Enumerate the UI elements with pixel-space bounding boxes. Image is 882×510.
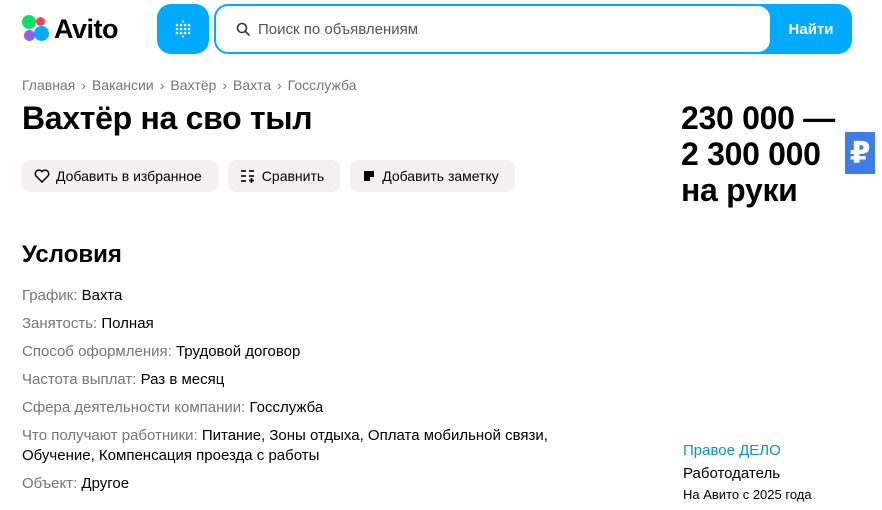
logo-dots-icon	[22, 15, 50, 43]
catalog-button[interactable]	[157, 4, 209, 54]
employer-since: На Авито с 2025 года	[683, 487, 812, 502]
price-line: на руки	[681, 172, 798, 208]
conditions-title: Условия	[22, 241, 122, 268]
condition-value: Раз в месяц	[140, 371, 225, 388]
add-to-favorites-label: Добавить в избранное	[56, 168, 202, 184]
condition-label: Занятость:	[22, 315, 98, 332]
condition-row: График: Вахта	[22, 286, 622, 306]
employer-role: Работодатель	[683, 465, 781, 482]
condition-row: Частота выплат: Раз в месяц	[22, 370, 622, 390]
add-note-label: Добавить заметку	[382, 168, 499, 184]
compare-button[interactable]: Сравнить	[227, 160, 341, 192]
listing-actions: Добавить в избранное Сравнить Добавить з…	[22, 160, 515, 192]
breadcrumb-item-civil-service[interactable]: Госслужба	[288, 77, 357, 93]
breadcrumb: Главная › Вакансии › Вахтёр › Вахта › Го…	[22, 77, 356, 93]
breadcrumb-item-watchman[interactable]: Вахтёр	[170, 77, 216, 93]
page-title: Вахтёр на сво тыл	[22, 100, 313, 136]
breadcrumb-item-vacancies[interactable]: Вакансии	[92, 77, 154, 93]
condition-value: Трудовой договор	[175, 343, 301, 360]
condition-row: Сфера деятельности компании: Госслужба	[22, 398, 622, 418]
logo-text: Avito	[54, 13, 119, 44]
breadcrumb-item-shift[interactable]: Вахта	[233, 77, 271, 93]
condition-label: Что получают работники:	[22, 427, 198, 444]
note-icon	[362, 169, 376, 183]
compare-label: Сравнить	[261, 168, 325, 184]
search-input[interactable]	[258, 20, 738, 38]
condition-row: Объект: Другое	[22, 474, 622, 494]
chevron-right-icon: ›	[277, 77, 282, 93]
condition-label: Способ оформления:	[22, 343, 172, 360]
price-line: 2 300 000	[681, 136, 821, 172]
condition-label: График:	[22, 287, 78, 304]
conditions-list: График: Вахта Занятость: Полная Способ о…	[22, 286, 622, 502]
search-field[interactable]	[216, 6, 770, 52]
condition-row: Занятость: Полная	[22, 314, 622, 334]
chevron-right-icon: ›	[81, 77, 86, 93]
salary-price: 230 000 — 2 300 000 на руки	[681, 100, 835, 208]
condition-label: Частота выплат:	[22, 371, 137, 388]
heart-icon	[34, 169, 50, 183]
breadcrumb-item-home[interactable]: Главная	[22, 77, 75, 93]
condition-label: Сфера деятельности компании:	[22, 399, 246, 416]
search-icon	[236, 22, 250, 36]
condition-value: Госслужба	[249, 399, 324, 416]
employer-card: Правое ДЕЛО Работодатель На Авито с 2025…	[683, 441, 812, 504]
chevron-right-icon: ›	[222, 77, 227, 93]
avito-logo[interactable]: Avito	[22, 13, 119, 44]
condition-value: Полная	[101, 315, 154, 332]
ruble-icon: ₽	[845, 132, 875, 174]
add-to-favorites-button[interactable]: Добавить в избранное	[22, 160, 218, 192]
compare-icon	[240, 169, 256, 183]
condition-value: Другое	[81, 475, 130, 492]
condition-row: Способ оформления: Трудовой договор	[22, 342, 622, 362]
grid-dots-icon	[175, 20, 191, 38]
search-bar: Найти	[214, 4, 852, 54]
add-note-button[interactable]: Добавить заметку	[350, 160, 515, 192]
condition-label: Объект:	[22, 475, 78, 492]
condition-value: Вахта	[81, 287, 123, 304]
condition-row: Что получают работники: Питание, Зоны от…	[22, 426, 622, 466]
employer-name-link[interactable]: Правое ДЕЛО	[683, 441, 812, 461]
price-line: 230 000 —	[681, 100, 835, 136]
search-button[interactable]: Найти	[770, 4, 852, 54]
chevron-right-icon: ›	[159, 77, 165, 93]
